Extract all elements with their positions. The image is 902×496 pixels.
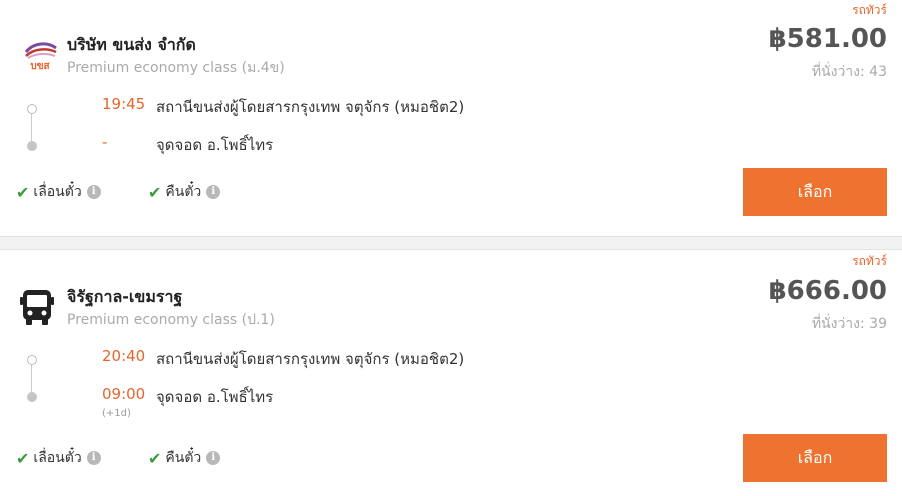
arrival-dot (27, 392, 37, 402)
bus-type-badge: รถทัวร์ (852, 3, 887, 17)
operator-name: บริษัท ขนส่ง จำกัด (67, 35, 196, 54)
info-icon[interactable]: i (86, 185, 101, 199)
day-offset: (+1d) (102, 408, 131, 419)
arrival-dot (27, 141, 37, 151)
bks-logo: บขส (20, 36, 60, 76)
logo-text: บขส (30, 61, 50, 72)
arrival-time: - (102, 133, 108, 151)
check-icon: ✔ (148, 448, 162, 468)
select-button[interactable]: เลือก (743, 434, 887, 482)
feature-label: เลื่อนตั๋ว (33, 184, 82, 200)
card-divider (0, 236, 902, 250)
check-icon: ✔ (148, 182, 162, 202)
info-icon[interactable]: i (206, 451, 221, 465)
departure-station: สถานีขนส่งผู้โดยสารกรุงเทพ จตุจักร (หมอช… (156, 98, 465, 116)
operator-name: จิรัฐกาล-เขมราฐ (67, 287, 183, 306)
feature-reschedule: ✔ เลื่อนตั๋ว i (16, 181, 101, 203)
feature-refund: ✔ คืนตั๋ว i (148, 181, 221, 203)
seats-available: ที่นั่งว่าง: 39 (811, 316, 887, 332)
check-icon: ✔ (16, 182, 30, 202)
info-icon[interactable]: i (206, 185, 221, 199)
feature-refund: ✔ คืนตั๋ว i (148, 447, 221, 469)
price: ฿666.00 (768, 276, 887, 306)
seats-available: ที่นั่งว่าง: 43 (811, 64, 887, 80)
departure-station: สถานีขนส่งผู้โดยสารกรุงเทพ จตุจักร (หมอช… (156, 350, 465, 368)
departure-dot (27, 355, 37, 365)
feature-label: คืนตั๋ว (165, 450, 202, 466)
price: ฿581.00 (768, 24, 887, 54)
feature-reschedule: ✔ เลื่อนตั๋ว i (16, 447, 101, 469)
info-icon[interactable]: i (86, 451, 101, 465)
feature-label: เลื่อนตั๋ว (33, 450, 82, 466)
departure-dot (27, 104, 37, 114)
seat-class: Premium economy class (ม.4ข) (67, 60, 285, 76)
arrival-stop: จุดจอด อ.โพธิ์ไทร (156, 136, 274, 154)
seat-class: Premium economy class (ป.1) (67, 312, 275, 328)
departure-time: 20:40 (102, 347, 146, 365)
select-button[interactable]: เลือก (743, 168, 887, 216)
bus-result-card: รถทัวร์ จิรัฐกาล-เขมราฐ Premium economy … (0, 250, 902, 496)
check-icon: ✔ (16, 448, 30, 468)
bus-type-badge: รถทัวร์ (852, 254, 887, 268)
feature-label: คืนตั๋ว (165, 184, 202, 200)
bus-icon (20, 288, 60, 328)
arrival-time: 09:00 (102, 385, 146, 403)
bus-result-card: รถทัวร์ บขส บริษัท ขนส่ง จำกัด Premium e… (0, 0, 902, 236)
arrival-stop: จุดจอด อ.โพธิ์ไทร (156, 388, 274, 406)
departure-time: 19:45 (102, 95, 146, 113)
